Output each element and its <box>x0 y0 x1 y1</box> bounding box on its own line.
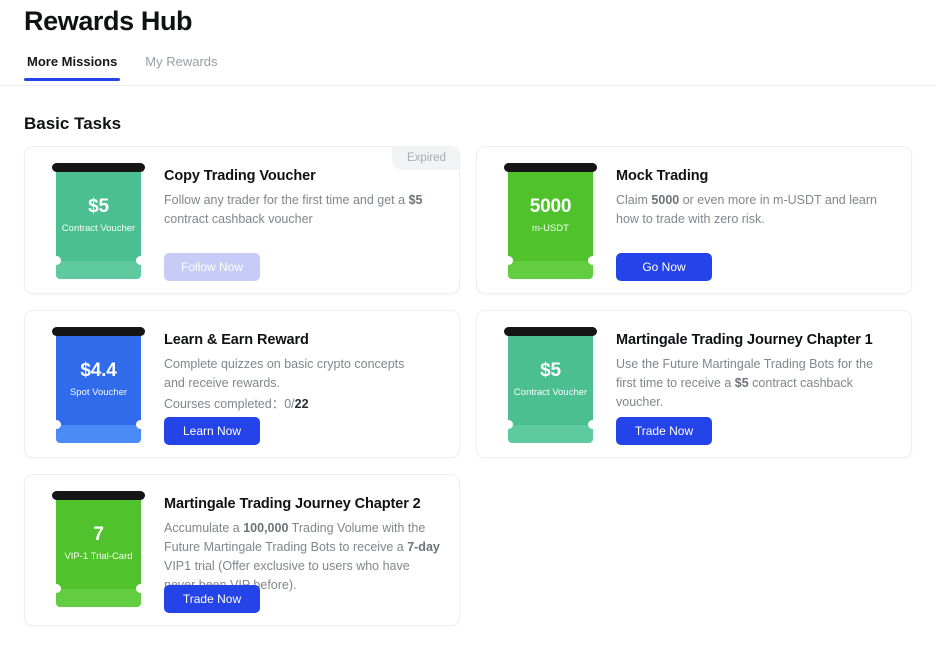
voucher-text: $5 Contract Voucher <box>508 332 593 425</box>
voucher-graphic: $4.4 Spot Voucher <box>52 327 145 443</box>
rewards-hub-page: Rewards Hub More Missions My Rewards Basi… <box>0 0 936 656</box>
tab-my-rewards[interactable]: My Rewards <box>142 54 220 80</box>
voucher-amount: $5 <box>88 195 109 217</box>
tab-bar: More Missions My Rewards <box>0 54 936 86</box>
card-title: Mock Trading <box>616 168 709 184</box>
card-action-button[interactable]: Trade Now <box>164 585 260 613</box>
voucher-stub <box>508 425 593 443</box>
card-title: Martingale Trading Journey Chapter 1 <box>616 332 873 348</box>
voucher-label: Spot Voucher <box>69 386 128 398</box>
card-content: Learn & Earn Reward Complete quizzes on b… <box>164 331 443 414</box>
voucher-stub <box>56 261 141 279</box>
voucher-amount: 5000 <box>529 195 572 217</box>
card-content: Martingale Trading Journey Chapter 1 Use … <box>616 331 895 412</box>
card-title: Martingale Trading Journey Chapter 2 <box>164 496 421 512</box>
courses-progress: Courses completed：0/22 <box>164 395 443 414</box>
voucher-text: $5 Contract Voucher <box>56 168 141 261</box>
card-action-button[interactable]: Go Now <box>616 253 712 281</box>
card-title: Copy Trading Voucher <box>164 168 316 184</box>
voucher-stub <box>56 425 141 443</box>
voucher-amount: $4.4 <box>80 359 117 381</box>
voucher-text: 7 VIP-1 Trial-Card <box>56 496 141 589</box>
voucher-graphic: 5000 m-USDT <box>504 163 597 279</box>
voucher-label: VIP-1 Trial-Card <box>64 550 133 562</box>
task-card: $5 Contract Voucher Martingale Trading Jou… <box>476 310 912 458</box>
card-description: Complete quizzes on basic crypto concept… <box>164 357 405 390</box>
task-card: 5000 m-USDT Mock Trading Claim 5000 or even… <box>476 146 912 294</box>
card-content: Martingale Trading Journey Chapter 2 Accu… <box>164 495 443 595</box>
voucher-label: Contract Voucher <box>513 386 588 398</box>
section-title-basic-tasks: Basic Tasks <box>24 114 122 133</box>
card-description: Accumulate a 100,000 Trading Volume with… <box>164 521 440 592</box>
courses-progress-label: Courses completed： <box>164 397 285 411</box>
voucher-amount: $5 <box>540 359 561 381</box>
voucher-graphic: $5 Contract Voucher <box>52 163 145 279</box>
voucher-text: 5000 m-USDT <box>508 168 593 261</box>
card-title: Learn & Earn Reward <box>164 332 309 348</box>
task-card: $4.4 Spot Voucher Learn & Earn Reward Compl… <box>24 310 460 458</box>
voucher-text: $4.4 Spot Voucher <box>56 332 141 425</box>
voucher-label: Contract Voucher <box>61 222 136 234</box>
page-title: Rewards Hub <box>24 6 193 36</box>
voucher-stub <box>508 261 593 279</box>
card-content: Copy Trading Voucher Follow any trader fo… <box>164 167 443 229</box>
card-description: Use the Future Martingale Trading Bots f… <box>616 357 874 409</box>
task-card: Expired $5 Contract Voucher Copy Trading Vo… <box>24 146 460 294</box>
tab-more-missions[interactable]: More Missions <box>24 54 121 81</box>
card-content: Mock Trading Claim 5000 or even more in m… <box>616 167 895 229</box>
task-card: 7 VIP-1 Trial-Card Martingale Trading Jour… <box>24 474 460 626</box>
card-action-button: Follow Now <box>164 253 260 281</box>
courses-total-count: 22 <box>294 397 309 411</box>
voucher-graphic: $5 Contract Voucher <box>504 327 597 443</box>
voucher-label: m-USDT <box>532 222 569 234</box>
voucher-stub <box>56 589 141 607</box>
voucher-amount: 7 <box>93 523 104 545</box>
card-description: Claim 5000 or even more in m-USDT and le… <box>616 193 878 226</box>
courses-completed-count: 0/ <box>284 397 295 411</box>
card-description: Follow any trader for the first time and… <box>164 193 423 226</box>
voucher-graphic: 7 VIP-1 Trial-Card <box>52 491 145 607</box>
card-action-button[interactable]: Trade Now <box>616 417 712 445</box>
card-action-button[interactable]: Learn Now <box>164 417 260 445</box>
task-card-grid: Expired $5 Contract Voucher Copy Trading Vo… <box>24 146 912 626</box>
